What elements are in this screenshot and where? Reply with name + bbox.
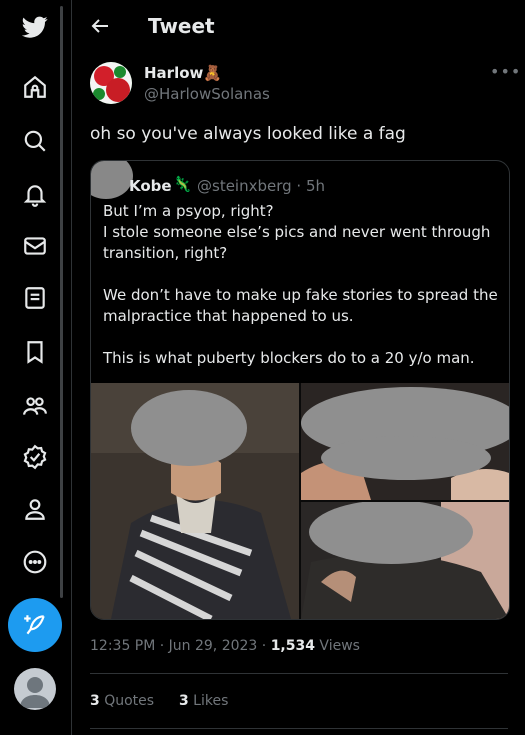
quoted-author-name: Kobe	[129, 177, 172, 195]
divider	[90, 728, 508, 729]
author-avatar[interactable]	[90, 62, 132, 104]
quoted-line: We don’t have to make up fake stories to…	[103, 286, 498, 325]
back-arrow-icon[interactable]	[88, 14, 114, 40]
header: Tweet	[72, 0, 525, 56]
twitter-bird-icon[interactable]	[18, 10, 52, 44]
bell-icon[interactable]	[18, 178, 52, 212]
sidebar-scrollbar[interactable]	[60, 6, 63, 598]
media-photo-3[interactable]	[301, 502, 509, 619]
communities-icon[interactable]	[18, 389, 52, 423]
tweet-timestamp[interactable]: 12:35 PM · Jun 29, 2023 · 1,534 Views	[90, 638, 360, 654]
divider	[90, 673, 508, 674]
quoted-avatar	[91, 161, 133, 199]
author-handle[interactable]: @HarlowSolanas	[144, 85, 270, 103]
quoted-line: This is what puberty blockers do to a 20…	[103, 349, 475, 367]
feather-plus-icon	[24, 615, 45, 635]
page-title: Tweet	[148, 14, 215, 38]
quoted-line: I stole someone else’s pics and never we…	[103, 223, 491, 262]
likes-link[interactable]: 3 Likes	[179, 693, 228, 709]
lists-icon[interactable]	[18, 281, 52, 315]
quotes-count: 3	[90, 693, 100, 709]
compose-tweet-button[interactable]	[8, 598, 62, 652]
media-photo-1[interactable]	[91, 383, 299, 619]
account-avatar[interactable]	[14, 668, 56, 710]
quoted-line: But I’m a psyop, right?	[103, 202, 274, 220]
verified-icon[interactable]	[18, 440, 52, 474]
quoted-tweet-text: But I’m a psyop, right? I stole someone …	[103, 201, 503, 369]
profile-icon[interactable]	[18, 492, 52, 526]
author-name[interactable]: Harlow🧸	[144, 64, 222, 82]
bookmark-icon[interactable]	[18, 335, 52, 369]
sidebar	[0, 0, 72, 735]
author-emoji: 🧸	[203, 64, 223, 82]
likes-count: 3	[178, 693, 189, 709]
quoted-author-handle: @steinxberg · 5h	[197, 177, 326, 195]
quoted-author-emoji: 🦎	[173, 175, 192, 193]
more-circle-icon[interactable]	[18, 545, 52, 579]
search-icon[interactable]	[18, 124, 52, 158]
more-options-icon[interactable]: •••	[490, 62, 521, 81]
views-label: Views	[314, 638, 360, 654]
quoted-tweet[interactable]: Kobe 🦎 @steinxberg · 5h But I’m a psyop,…	[90, 160, 510, 620]
timestamp-text: 12:35 PM · Jun 29, 2023 ·	[90, 638, 271, 654]
media-photo-2[interactable]	[301, 383, 509, 500]
home-icon[interactable]	[18, 70, 52, 104]
tweet-text: oh so you've always looked like a fag	[90, 124, 406, 144]
quotes-link[interactable]: 3 Quotes	[90, 693, 154, 709]
engagement-stats: 3 Quotes 3 Likes	[90, 693, 228, 709]
likes-label: Likes	[188, 693, 229, 709]
quoted-media[interactable]	[91, 383, 509, 619]
author-name-text: Harlow	[144, 64, 204, 82]
quotes-label: Quotes	[99, 693, 155, 709]
mail-icon[interactable]	[18, 229, 52, 263]
tweet-detail: Tweet Harlow🧸 @HarlowSolanas ••• oh so y…	[72, 0, 525, 735]
views-count: 1,534	[270, 638, 315, 654]
